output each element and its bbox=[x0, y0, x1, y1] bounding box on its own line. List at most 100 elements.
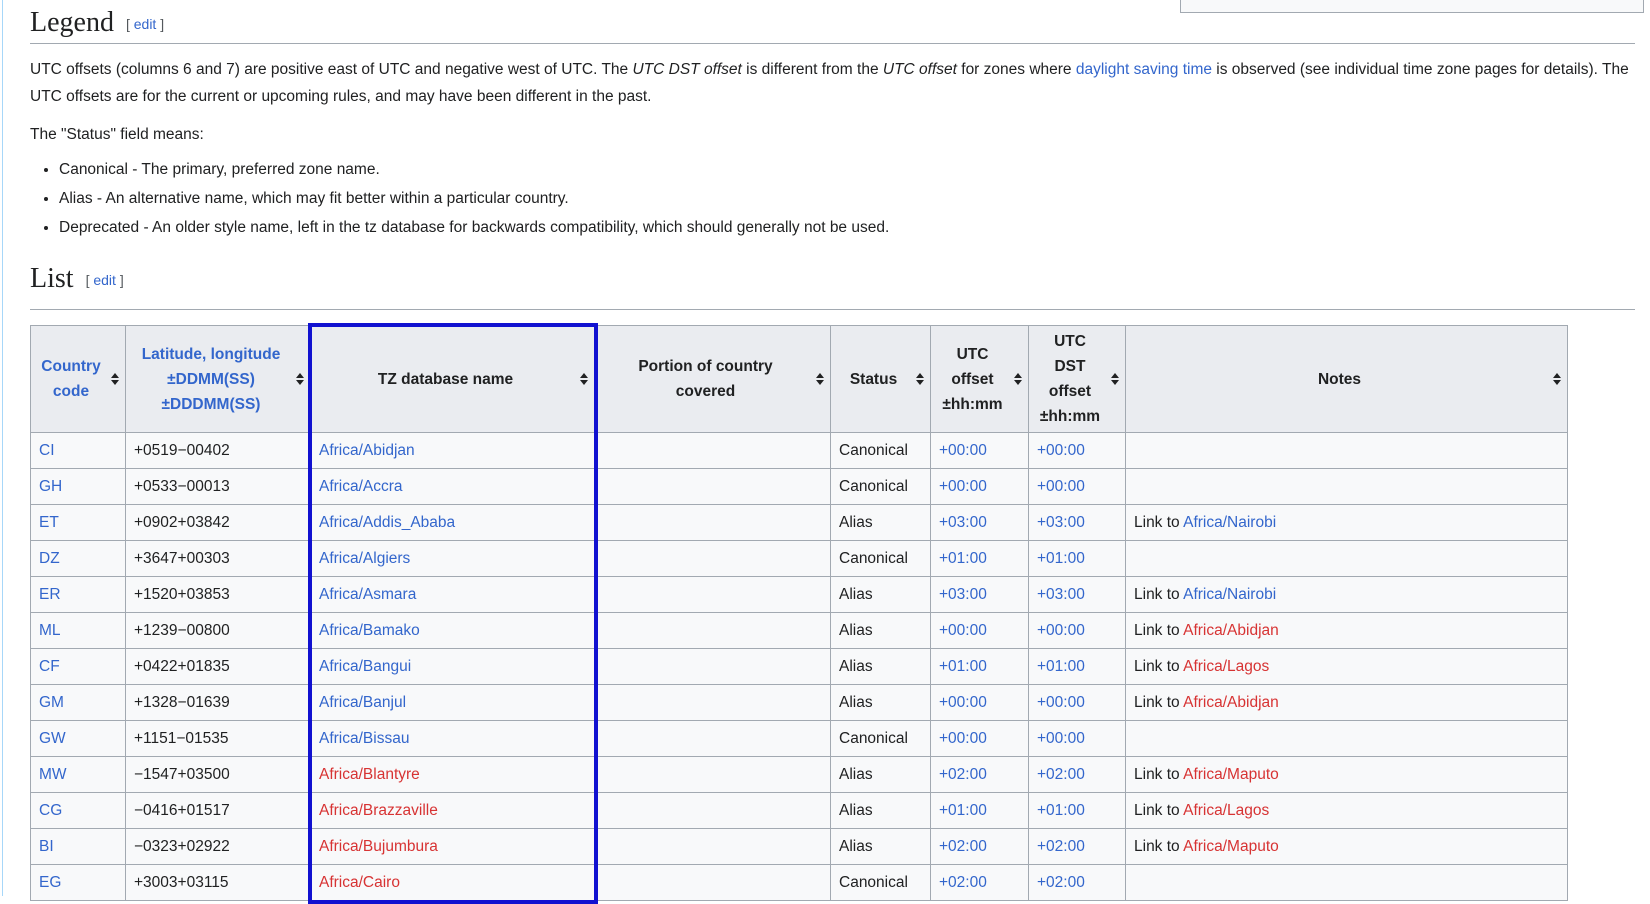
country-code-link[interactable]: ML bbox=[39, 622, 61, 639]
utc-offset-term: UTC offset bbox=[883, 61, 957, 78]
note-link[interactable]: Africa/Maputo bbox=[1183, 766, 1279, 783]
utc-offset-link[interactable]: +01:00 bbox=[939, 658, 987, 675]
header-tz-database-name[interactable]: TZ database name bbox=[311, 326, 595, 433]
country-code-link[interactable]: MW bbox=[39, 766, 67, 783]
dst-offset-link[interactable]: +02:00 bbox=[1037, 874, 1085, 891]
utc-offset-link[interactable]: +02:00 bbox=[939, 838, 987, 855]
utc-offset-link[interactable]: +03:00 bbox=[939, 514, 987, 531]
tz-table-body: CI+0519−00402Africa/AbidjanCanonical+00:… bbox=[31, 433, 1568, 901]
dst-offset-link[interactable]: +01:00 bbox=[1037, 658, 1085, 675]
utc-offset-link[interactable]: +00:00 bbox=[939, 622, 987, 639]
dst-offset-link[interactable]: +00:00 bbox=[1037, 622, 1085, 639]
dst-offset-link[interactable]: +00:00 bbox=[1037, 478, 1085, 495]
dst-offset-link[interactable]: +00:00 bbox=[1037, 442, 1085, 459]
header-latitude-longitude[interactable]: Latitude, longitude ±DDMM(SS) ±DDDMM(SS) bbox=[126, 326, 311, 433]
tz-name-link[interactable]: Africa/Banjul bbox=[319, 694, 406, 711]
header-country-code[interactable]: Country code bbox=[31, 326, 126, 433]
note-link[interactable]: Africa/Maputo bbox=[1183, 838, 1279, 855]
daylight-saving-time-link[interactable]: daylight saving time bbox=[1076, 61, 1212, 78]
utc-offset-link[interactable]: +01:00 bbox=[939, 550, 987, 567]
tz-name-link[interactable]: Africa/Algiers bbox=[319, 550, 410, 567]
header-utc-dst-offset[interactable]: UTC DST offset ±hh:mm bbox=[1029, 326, 1126, 433]
table-row: GH+0533−00013Africa/AccraCanonical+00:00… bbox=[31, 469, 1568, 505]
header-portion-covered[interactable]: Portion of country covered bbox=[595, 326, 831, 433]
tz-name-link[interactable]: Africa/Asmara bbox=[319, 586, 416, 603]
country-code-link[interactable]: ET bbox=[39, 514, 59, 531]
dst-offset-link[interactable]: +00:00 bbox=[1037, 730, 1085, 747]
utc-offset-link[interactable]: +02:00 bbox=[939, 874, 987, 891]
country-code-link[interactable]: GW bbox=[39, 730, 66, 747]
list-item: Deprecated - An older style name, left i… bbox=[59, 218, 1635, 238]
sort-icon[interactable] bbox=[580, 373, 588, 385]
country-code-link[interactable]: ER bbox=[39, 586, 61, 603]
tz-name-link[interactable]: Africa/Bamako bbox=[319, 622, 420, 639]
sort-icon[interactable] bbox=[1553, 373, 1561, 385]
header-status[interactable]: Status bbox=[831, 326, 931, 433]
tz-name-link[interactable]: Africa/Cairo bbox=[319, 874, 400, 891]
country-code-link[interactable]: CI bbox=[39, 442, 55, 459]
table-row: CF+0422+01835Africa/BanguiAlias+01:00+01… bbox=[31, 649, 1568, 685]
country-code-link[interactable]: GM bbox=[39, 694, 64, 711]
tz-name-link[interactable]: Africa/Addis_Ababa bbox=[319, 514, 455, 531]
tz-name-link[interactable]: Africa/Bujumbura bbox=[319, 838, 438, 855]
dst-offset-link[interactable]: +03:00 bbox=[1037, 514, 1085, 531]
tz-name-link[interactable]: Africa/Blantyre bbox=[319, 766, 420, 783]
sort-icon[interactable] bbox=[296, 373, 304, 385]
country-code-link[interactable]: DZ bbox=[39, 550, 60, 567]
coordinates-cell: −0416+01517 bbox=[126, 793, 311, 829]
dst-offset-link[interactable]: +01:00 bbox=[1037, 550, 1085, 567]
notes-cell: Link to Africa/Lagos bbox=[1126, 793, 1568, 829]
note-link[interactable]: Africa/Lagos bbox=[1183, 658, 1269, 675]
utc-offset-link[interactable]: +00:00 bbox=[939, 694, 987, 711]
dst-offset-link[interactable]: +02:00 bbox=[1037, 838, 1085, 855]
country-code-link[interactable]: EG bbox=[39, 874, 61, 891]
utc-offset-link[interactable]: +03:00 bbox=[939, 586, 987, 603]
portion-cell bbox=[595, 829, 831, 865]
table-row: EG+3003+03115Africa/CairoCanonical+02:00… bbox=[31, 865, 1568, 901]
utc-offset-link[interactable]: +01:00 bbox=[939, 802, 987, 819]
utc-offset-link[interactable]: +00:00 bbox=[939, 478, 987, 495]
utc-offset-cell: +00:00 bbox=[931, 433, 1029, 469]
tz-name-link[interactable]: Africa/Abidjan bbox=[319, 442, 415, 459]
portion-cell bbox=[595, 577, 831, 613]
utc-offset-cell: +00:00 bbox=[931, 613, 1029, 649]
header-notes[interactable]: Notes bbox=[1126, 326, 1568, 433]
note-link[interactable]: Africa/Nairobi bbox=[1183, 514, 1276, 531]
dst-offset-link[interactable]: +03:00 bbox=[1037, 586, 1085, 603]
utc-offset-cell: +01:00 bbox=[931, 649, 1029, 685]
utc-offset-link[interactable]: +02:00 bbox=[939, 766, 987, 783]
country-code-link[interactable]: GH bbox=[39, 478, 62, 495]
dst-offset-cell: +00:00 bbox=[1029, 433, 1126, 469]
tz-name-link[interactable]: Africa/Accra bbox=[319, 478, 403, 495]
note-link[interactable]: Africa/Abidjan bbox=[1183, 622, 1279, 639]
country-code-link[interactable]: BI bbox=[39, 838, 54, 855]
legend-edit-link[interactable]: edit bbox=[134, 16, 157, 32]
sort-icon[interactable] bbox=[816, 373, 824, 385]
tz-name-link[interactable]: Africa/Bangui bbox=[319, 658, 411, 675]
tz-name-link[interactable]: Africa/Bissau bbox=[319, 730, 409, 747]
note-link[interactable]: Africa/Lagos bbox=[1183, 802, 1269, 819]
sort-icon[interactable] bbox=[916, 373, 924, 385]
portion-cell bbox=[595, 541, 831, 577]
note-link[interactable]: Africa/Nairobi bbox=[1183, 586, 1276, 603]
country-code-link[interactable]: CG bbox=[39, 802, 62, 819]
notes-cell bbox=[1126, 541, 1568, 577]
country-code-link[interactable]: CF bbox=[39, 658, 60, 675]
coordinates-cell: +3003+03115 bbox=[126, 865, 311, 901]
sort-icon[interactable] bbox=[1014, 373, 1022, 385]
header-utc-offset[interactable]: UTC offset ±hh:mm bbox=[931, 326, 1029, 433]
note-link[interactable]: Africa/Abidjan bbox=[1183, 694, 1279, 711]
country-code-cell: CI bbox=[31, 433, 126, 469]
sort-icon[interactable] bbox=[111, 373, 119, 385]
dst-offset-link[interactable]: +02:00 bbox=[1037, 766, 1085, 783]
tz-name-cell: Africa/Banjul bbox=[311, 685, 595, 721]
utc-offset-link[interactable]: +00:00 bbox=[939, 442, 987, 459]
list-edit-link[interactable]: edit bbox=[93, 272, 116, 288]
portion-cell bbox=[595, 865, 831, 901]
dst-offset-link[interactable]: +00:00 bbox=[1037, 694, 1085, 711]
sort-icon[interactable] bbox=[1111, 373, 1119, 385]
utc-offset-link[interactable]: +00:00 bbox=[939, 730, 987, 747]
header-label: Status bbox=[850, 367, 897, 392]
dst-offset-link[interactable]: +01:00 bbox=[1037, 802, 1085, 819]
tz-name-link[interactable]: Africa/Brazzaville bbox=[319, 802, 438, 819]
